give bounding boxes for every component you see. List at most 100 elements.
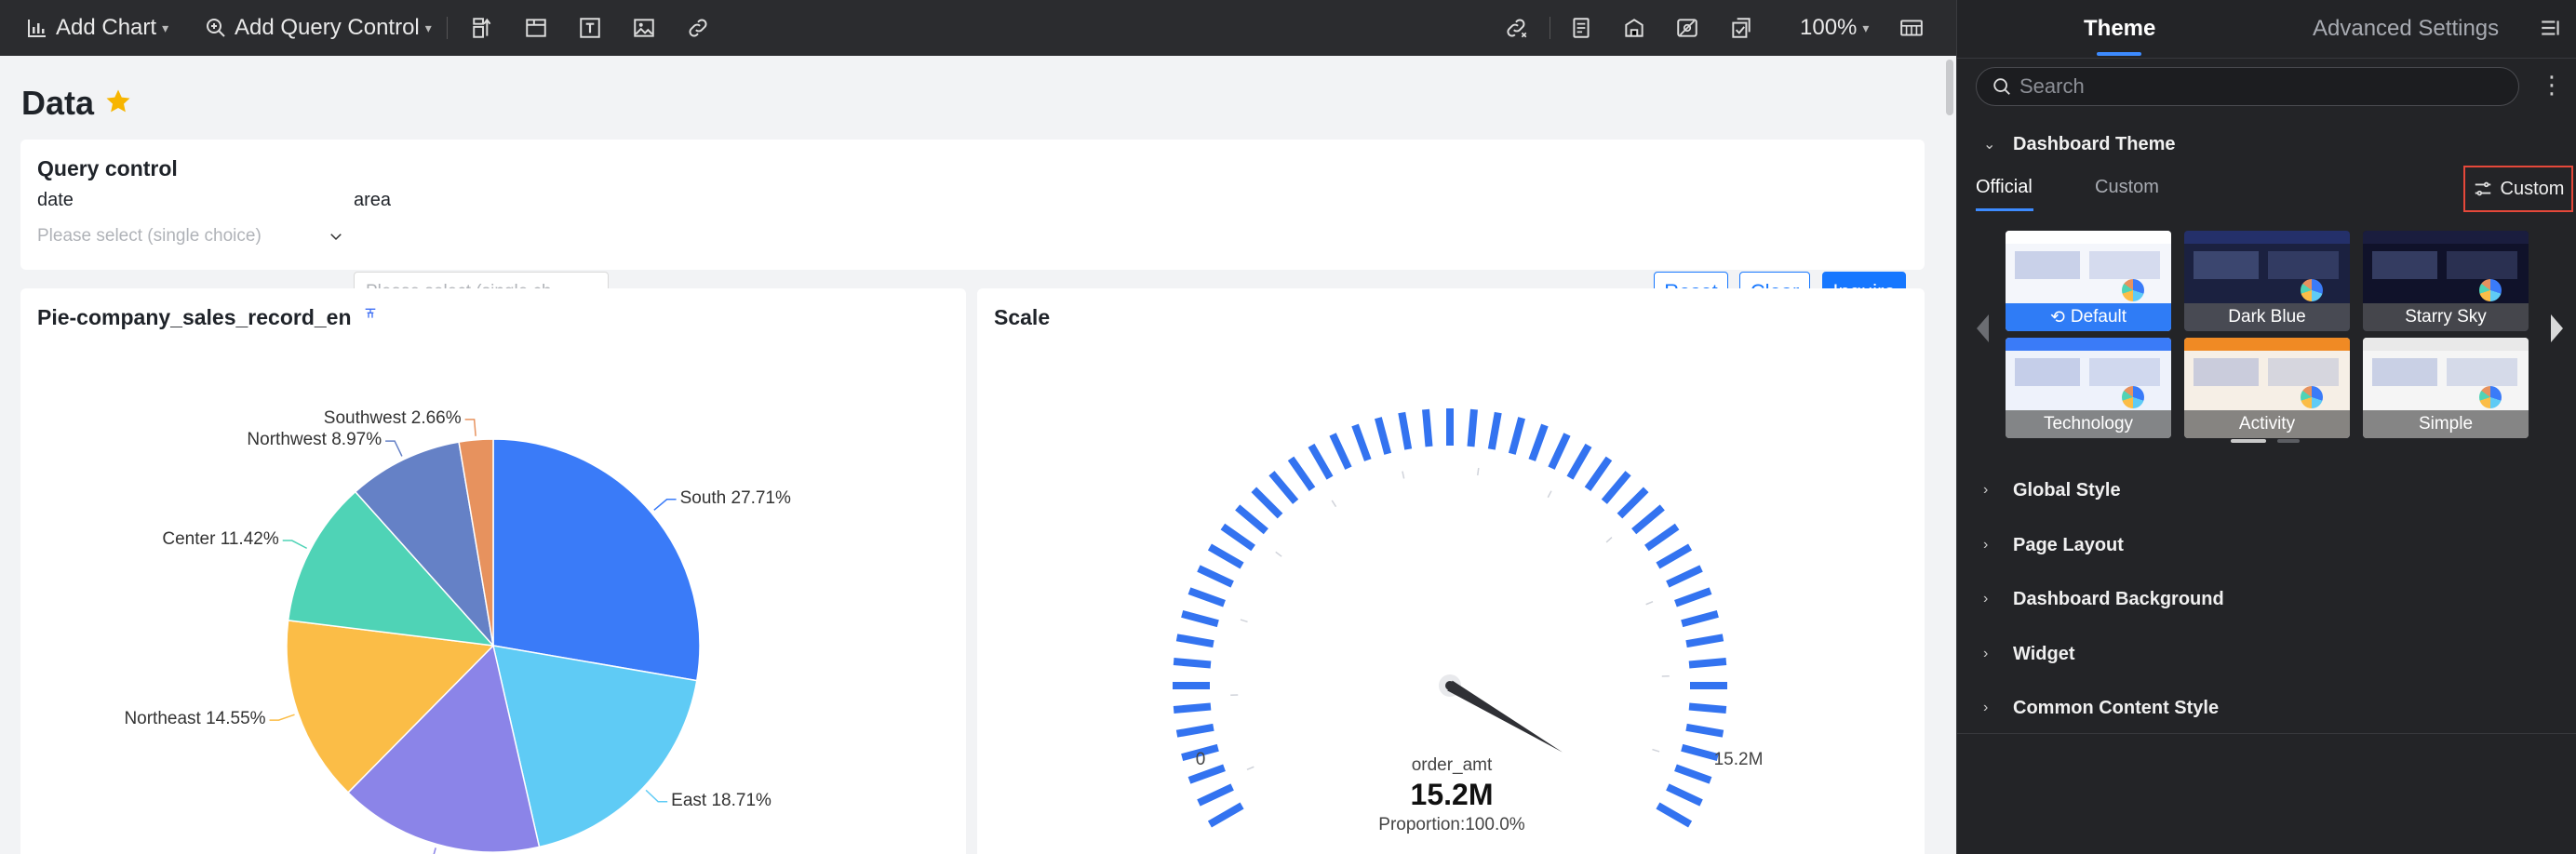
theme-preview-header — [2184, 338, 2350, 351]
chevron-down-icon: ⌄ — [1983, 137, 1996, 153]
theme-card-label: Simple — [2363, 410, 2529, 438]
theme-preview-block — [2372, 251, 2437, 279]
text-icon — [580, 18, 600, 38]
area-label: area — [354, 190, 392, 210]
pie-chart — [269, 419, 701, 854]
active-tab-indicator — [2097, 52, 2141, 56]
custom-theme-button[interactable]: Custom — [2463, 166, 2573, 212]
section-dashboard-theme[interactable]: ⌄ Dashboard Theme — [1983, 128, 2175, 160]
theme-preview-header — [2006, 338, 2171, 351]
section-widget-label: Widget — [2013, 643, 2075, 664]
report-button[interactable] — [1569, 0, 1593, 56]
carousel-next-icon[interactable] — [2547, 313, 2566, 344]
canvas-scrollbar[interactable] — [1943, 56, 1956, 854]
gauge-tick — [1187, 587, 1226, 607]
list-settings-icon[interactable] — [2539, 16, 2563, 40]
check-button[interactable] — [1729, 0, 1753, 56]
section-dashboard-background-label: Dashboard Background — [2013, 588, 2224, 609]
theme-card-technology[interactable]: Technology — [2006, 338, 2171, 438]
theme-card-dark-blue[interactable]: Dark Blue — [2184, 231, 2350, 331]
subtab-official[interactable]: Official — [1976, 177, 2033, 198]
linkage-button[interactable] — [1505, 0, 1529, 56]
theme-preview-pie-icon — [2301, 386, 2323, 408]
chevron-right-icon: › — [1983, 482, 1989, 498]
layout-tool-button[interactable] — [471, 0, 495, 56]
toolbar-divider — [447, 17, 448, 39]
link-icon — [689, 19, 707, 37]
theme-card-label: ⟲ Default — [2006, 303, 2171, 331]
bar-chart-icon — [28, 20, 46, 37]
star-icon[interactable] — [104, 87, 132, 115]
gauge-tick — [1674, 587, 1712, 607]
theme-card-label: Technology — [2006, 410, 2171, 438]
image-icon — [634, 19, 654, 37]
carousel-prev-icon[interactable] — [1974, 313, 1992, 344]
date-select[interactable]: Please select (single choice) — [37, 216, 348, 257]
linkage-icon — [1507, 19, 1527, 38]
gauge-tick — [1548, 433, 1571, 470]
zoom-dropdown[interactable]: 100% ▾ — [1800, 0, 1869, 56]
preview-button[interactable] — [1675, 0, 1699, 56]
gauge-tick — [1685, 723, 1724, 738]
gauge-tick — [1422, 408, 1433, 447]
keyboard-button[interactable] — [1898, 0, 1925, 56]
more-options-icon[interactable]: ⋮ — [2540, 71, 2564, 99]
chevron-down-icon: ▾ — [1862, 20, 1870, 35]
add-chart-button[interactable]: Add Chart ▾ — [26, 0, 168, 56]
sliders-icon — [2475, 181, 2490, 196]
scrollbar-thumb[interactable] — [1946, 60, 1953, 115]
add-query-control-button[interactable]: Add Query Control ▾ — [205, 0, 432, 56]
search-input[interactable] — [2019, 74, 2518, 99]
section-common-content-style[interactable]: › Common Content Style — [1983, 692, 2219, 724]
gauge-metric-name: order_amt — [1411, 755, 1493, 775]
carousel-dot[interactable] — [2277, 439, 2300, 443]
gauge-hub-center — [1445, 681, 1455, 690]
pie-slice-south[interactable] — [492, 438, 701, 682]
theme-preview-block — [2447, 251, 2517, 279]
section-widget[interactable]: › Widget — [1983, 638, 2074, 670]
theme-preview-block — [2268, 251, 2339, 279]
copy-check-icon — [1732, 18, 1751, 38]
drill-icon[interactable] — [363, 305, 378, 322]
theme-card-label: Starry Sky — [2363, 303, 2529, 331]
link-widget-button[interactable] — [686, 0, 710, 56]
theme-card-activity[interactable]: Activity — [2184, 338, 2350, 438]
gauge-tick — [1508, 417, 1525, 455]
theme-preview-block — [2089, 251, 2160, 279]
gauge-tick — [1617, 487, 1649, 519]
document-icon — [1573, 18, 1590, 38]
gauge-minor-tick — [1402, 471, 1405, 479]
gauge-minor-tick — [1645, 600, 1654, 606]
theme-card-simple[interactable]: Simple — [2363, 338, 2529, 438]
gauge-value: 15.2M — [1410, 778, 1494, 811]
pie-leader-line — [385, 440, 403, 457]
query-control-icon — [207, 19, 225, 37]
gauge-minor-tick — [1240, 619, 1248, 623]
theme-name: Starry Sky — [2405, 307, 2487, 327]
tab-container-button[interactable] — [524, 0, 548, 56]
text-widget-button[interactable] — [578, 0, 602, 56]
tab-advanced-settings[interactable]: Advanced Settings — [2313, 0, 2499, 58]
chevron-right-icon: › — [1983, 591, 1989, 607]
theme-card-starry-sky[interactable]: Starry Sky — [2363, 231, 2529, 331]
chevron-right-icon: › — [1983, 646, 1989, 661]
section-global-style[interactable]: › Global Style — [1983, 474, 2121, 506]
gauge-tick — [1175, 634, 1214, 648]
section-dashboard-background[interactable]: › Dashboard Background — [1983, 583, 2224, 615]
image-widget-button[interactable] — [632, 0, 656, 56]
components-button[interactable] — [1622, 0, 1646, 56]
theme-preview-block — [2268, 358, 2339, 386]
section-page-layout[interactable]: › Page Layout — [1983, 529, 2124, 561]
gauge-tick — [1584, 456, 1613, 491]
theme-card-default[interactable]: ⟲ Default — [2006, 231, 2171, 331]
date-label: date — [37, 190, 74, 210]
gauge-minor-tick — [1275, 551, 1282, 557]
subtab-custom[interactable]: Custom — [2095, 177, 2159, 198]
tab-theme[interactable]: Theme — [2084, 0, 2155, 58]
theme-preview-header — [2184, 231, 2350, 244]
theme-preview-block — [2194, 251, 2259, 279]
pie-leader-line — [645, 789, 668, 803]
theme-search-box[interactable] — [1976, 67, 2519, 106]
chevron-right-icon: › — [1983, 537, 1989, 553]
carousel-dot-active — [2231, 439, 2266, 443]
